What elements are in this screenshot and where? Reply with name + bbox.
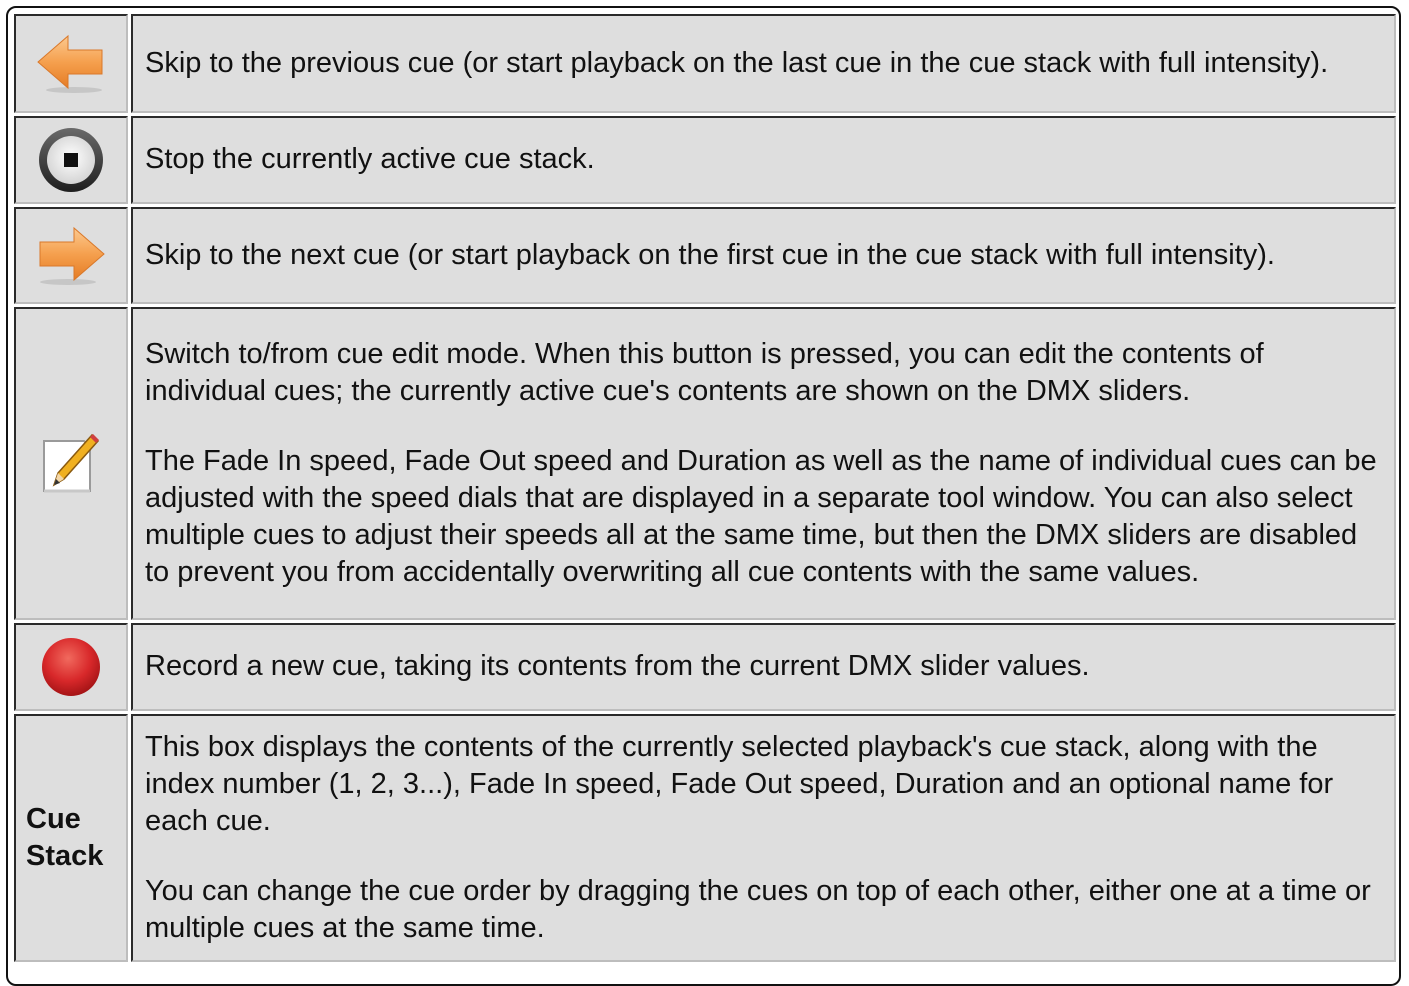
icon-cell	[14, 116, 128, 204]
table-row-cue-stack: Cue Stack This box displays the contents…	[14, 714, 1396, 962]
stop-description: Stop the currently active cue stack.	[145, 143, 595, 175]
cue-stack-description: This box displays the contents of the cu…	[145, 730, 1334, 837]
description-cell: Skip to the previous cue (or start playb…	[131, 14, 1396, 113]
cue-stack-reorder-description: You can change the cue order by dragging…	[145, 874, 1371, 944]
table-row-previous-cue: Skip to the previous cue (or start playb…	[14, 14, 1396, 113]
record-icon	[16, 634, 126, 700]
table-row-edit-mode: Switch to/from cue edit mode. When this …	[14, 307, 1396, 620]
edit-pencil-icon	[16, 431, 126, 497]
edit-mode-description: Switch to/from cue edit mode. When this …	[145, 337, 1264, 407]
description-cell: Switch to/from cue edit mode. When this …	[131, 307, 1396, 620]
record-description: Record a new cue, taking its contents fr…	[145, 650, 1090, 682]
icon-cell	[14, 207, 128, 304]
description-cell: Record a new cue, taking its contents fr…	[131, 623, 1396, 711]
table-row-stop: Stop the currently active cue stack.	[14, 116, 1396, 204]
description-cell: Skip to the next cue (or start playback …	[131, 207, 1396, 304]
previous-arrow-icon	[16, 33, 126, 95]
next-cue-description: Skip to the next cue (or start playback …	[145, 238, 1275, 271]
next-arrow-icon	[16, 225, 126, 287]
table-row-record: Record a new cue, taking its contents fr…	[14, 623, 1396, 711]
help-table-frame: Skip to the previous cue (or start playb…	[6, 6, 1401, 986]
description-cell: This box displays the contents of the cu…	[131, 714, 1396, 962]
previous-cue-description: Skip to the previous cue (or start playb…	[145, 46, 1329, 79]
icon-cell	[14, 14, 128, 113]
label-cell: Cue Stack	[14, 714, 128, 962]
stop-icon	[16, 126, 126, 194]
cue-stack-label: Cue Stack	[26, 803, 104, 872]
description-cell: Stop the currently active cue stack.	[131, 116, 1396, 204]
edit-mode-details: The Fade In speed, Fade Out speed and Du…	[145, 444, 1377, 588]
cue-stack-help-table: Skip to the previous cue (or start playb…	[11, 11, 1399, 965]
table-row-next-cue: Skip to the next cue (or start playback …	[14, 207, 1396, 304]
icon-cell	[14, 623, 128, 711]
icon-cell	[14, 307, 128, 620]
